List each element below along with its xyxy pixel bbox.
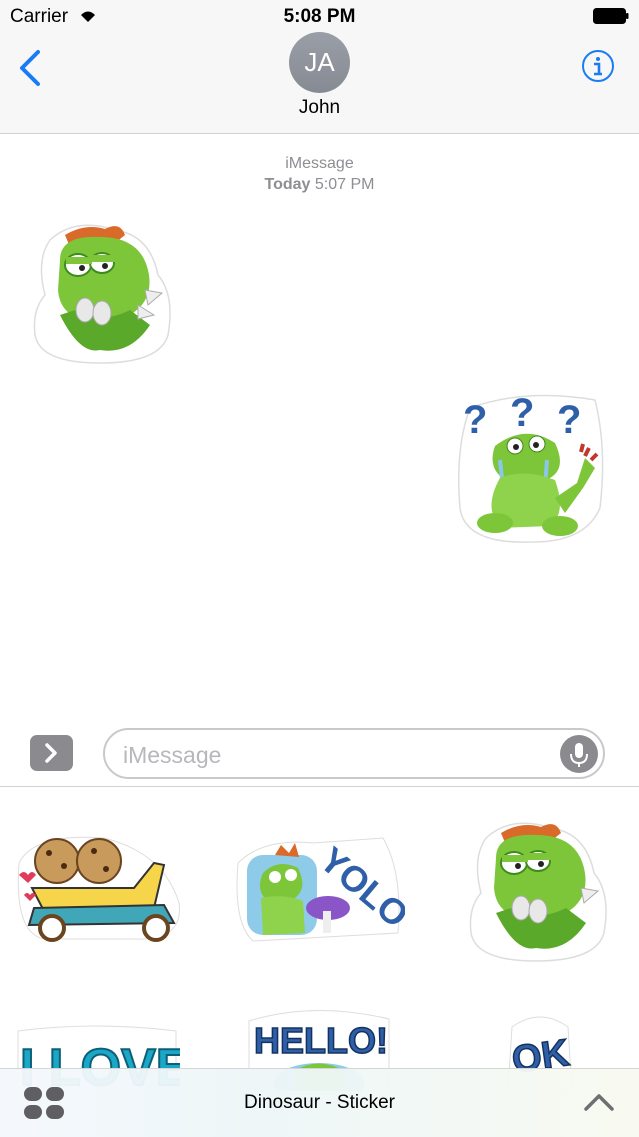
clock: 5:08 PM — [283, 6, 356, 27]
contact-avatar[interactable]: JA — [289, 32, 350, 93]
message-input[interactable]: iMessage — [103, 728, 605, 779]
svg-text:?: ? — [557, 398, 581, 442]
microphone-icon — [570, 743, 588, 767]
time-label: 5:07 PM — [314, 176, 375, 193]
app-drawer-bar: Dinosaur - Sticker — [0, 1068, 639, 1137]
microphone-button[interactable] — [560, 735, 598, 773]
contact-name[interactable]: John — [0, 97, 639, 119]
chevron-up-icon[interactable] — [583, 1091, 615, 1113]
avatar-initials: JA — [304, 47, 335, 77]
thread-timestamp: iMessage Today 5:07 PM — [0, 153, 639, 195]
day-label: Today — [264, 176, 311, 193]
expand-apps-button[interactable] — [30, 735, 73, 771]
yolo-dinosaur-sticker[interactable]: YOLO — [233, 833, 405, 945]
cookies-on-scooter-sticker[interactable] — [14, 833, 184, 943]
hello-text: HELLO! — [254, 1020, 388, 1061]
sticker-pack-title[interactable]: Dinosaur - Sticker — [0, 1092, 639, 1114]
battery-icon — [593, 8, 629, 24]
svg-text:?: ? — [463, 398, 487, 442]
service-label: iMessage — [285, 155, 354, 172]
thinking-dinosaur-sticker[interactable] — [466, 813, 608, 963]
timestamp-line: Today 5:07 PM — [0, 174, 639, 195]
confused-dinosaur-sticker[interactable]: ? ? ? — [455, 388, 608, 545]
status-bar: Carrier 5:08 PM — [0, 0, 639, 34]
svg-text:?: ? — [510, 391, 534, 435]
message-input-placeholder: iMessage — [123, 742, 222, 768]
chevron-right-icon — [45, 743, 57, 763]
back-chevron-icon[interactable] — [16, 48, 44, 88]
info-icon[interactable] — [581, 49, 615, 83]
thinking-dinosaur-sticker[interactable] — [30, 215, 172, 365]
